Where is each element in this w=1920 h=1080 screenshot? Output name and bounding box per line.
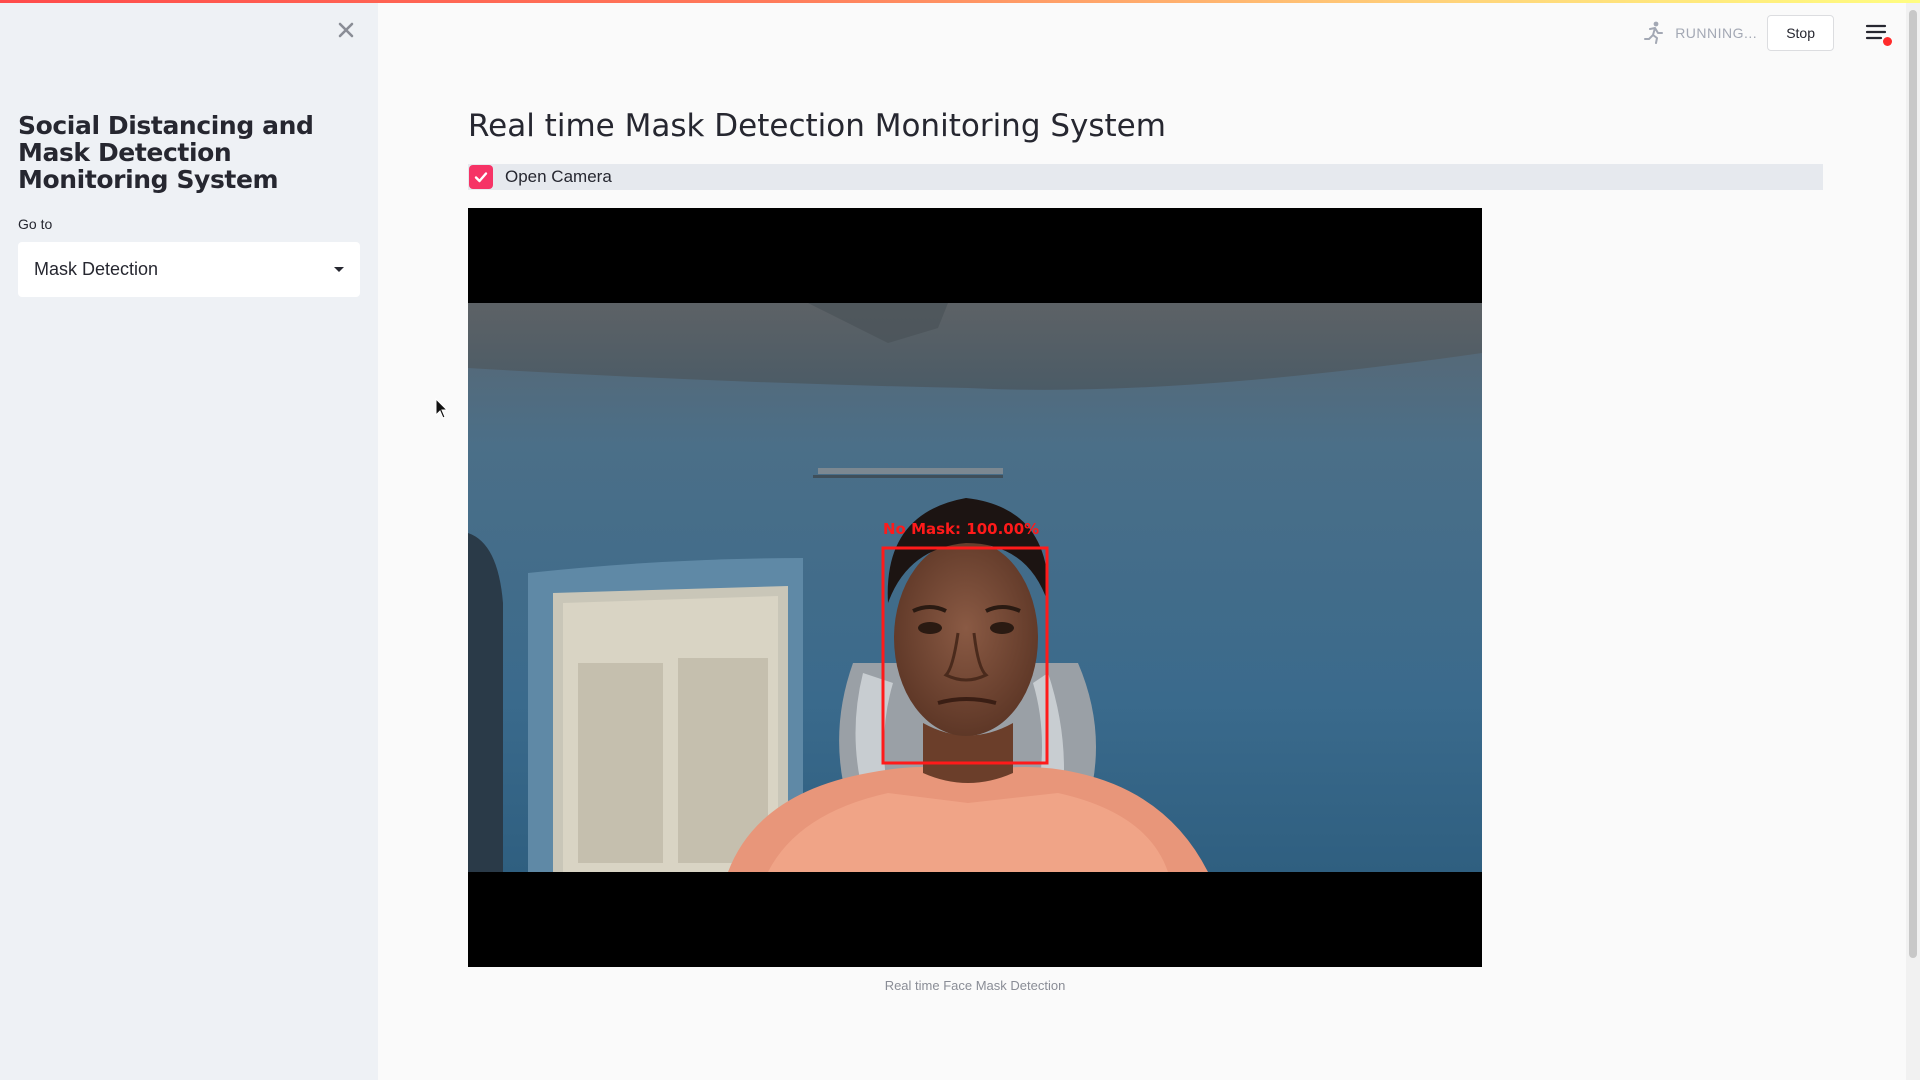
goto-label: Go to	[18, 216, 53, 232]
close-sidebar-button[interactable]	[334, 18, 358, 42]
top-decoration-stripe	[0, 0, 1920, 3]
header-toolbar: RUNNING... Stop	[1641, 14, 1892, 52]
page-select[interactable]: Mask Detection	[18, 242, 360, 297]
sidebar: Social Distancing and Mask Detection Mon…	[0, 0, 378, 1080]
notification-dot	[1883, 37, 1892, 46]
checkbox-box	[469, 165, 493, 189]
running-status: RUNNING...	[1675, 25, 1758, 41]
page-title: Real time Mask Detection Monitoring Syst…	[468, 108, 1166, 144]
page-scrollbar[interactable]	[1906, 0, 1920, 1080]
camera-frame-image	[468, 303, 1482, 872]
open-camera-label: Open Camera	[505, 167, 612, 186]
mouse-cursor-icon	[435, 398, 449, 419]
main-menu-button[interactable]	[1864, 20, 1892, 46]
close-icon	[338, 22, 354, 38]
scrollbar-thumb[interactable]	[1909, 10, 1917, 958]
video-caption: Real time Face Mask Detection	[884, 978, 1066, 993]
stop-button[interactable]: Stop	[1767, 15, 1834, 51]
sidebar-title: Social Distancing and Mask Detection Mon…	[18, 111, 314, 194]
caret-down-icon	[334, 267, 344, 272]
checkmark-icon	[474, 172, 488, 183]
running-man-icon	[1644, 21, 1664, 44]
detection-label: No Mask: 100.00%	[883, 520, 1040, 538]
page-select-value: Mask Detection	[34, 259, 159, 279]
open-camera-checkbox[interactable]: Open Camera	[468, 164, 1823, 190]
camera-feed: No Mask: 100.00%	[468, 208, 1482, 967]
